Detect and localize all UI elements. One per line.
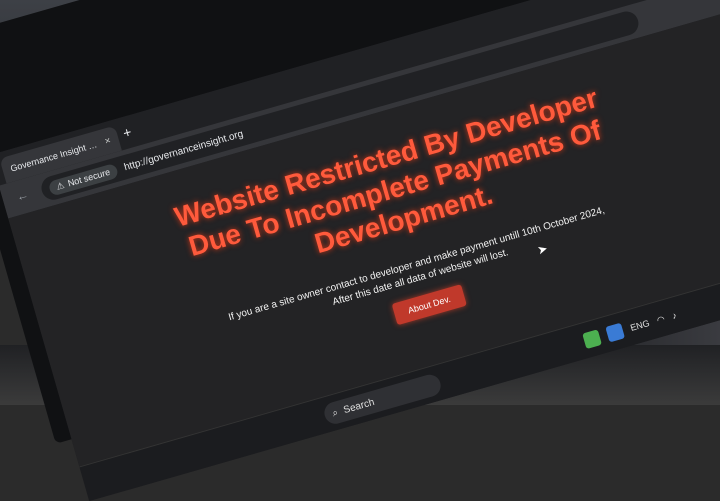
language-indicator[interactable]: ENG — [629, 318, 651, 333]
wifi-icon[interactable]: ◠ — [655, 313, 666, 326]
search-label: Search — [342, 396, 376, 416]
security-label: Not secure — [66, 166, 112, 189]
volume-icon[interactable]: ♪ — [671, 310, 678, 321]
tab-close-icon[interactable]: × — [103, 135, 112, 147]
app-icon[interactable] — [605, 322, 626, 343]
search-icon: ⌕ — [331, 406, 340, 419]
new-tab-button[interactable]: + — [121, 123, 133, 141]
warning-icon: ⚠ — [54, 179, 66, 192]
chrome-app-icon[interactable] — [582, 329, 602, 350]
back-arrow-icon[interactable]: ← — [15, 187, 30, 204]
